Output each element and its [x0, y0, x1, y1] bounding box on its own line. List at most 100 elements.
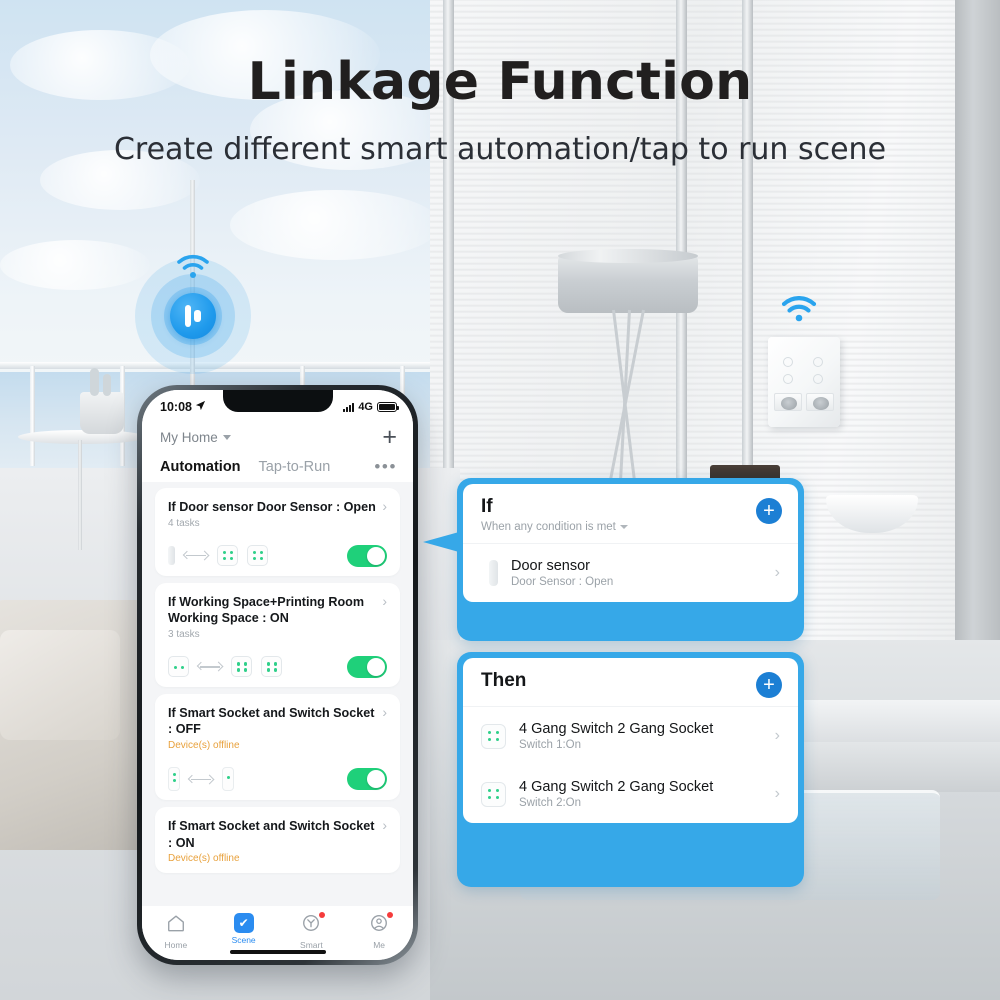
gang-switch-icon — [231, 656, 252, 678]
wall-switch-panel[interactable] — [768, 337, 840, 427]
chevron-right-icon[interactable]: › — [382, 593, 387, 609]
gang-switch-icon — [261, 656, 282, 678]
chevron-down-icon — [222, 434, 231, 440]
tab-me[interactable]: Me — [345, 912, 413, 950]
gang-switch-icon — [481, 723, 506, 749]
cactus — [90, 368, 99, 396]
condition-subtitle: Door Sensor : Open — [511, 576, 614, 588]
tab-smart[interactable]: Smart — [278, 912, 346, 950]
tab-tap-to-run[interactable]: Tap-to-Run — [259, 459, 331, 475]
sofa-cushion — [0, 630, 120, 740]
arrow-right-icon — [182, 550, 208, 561]
gang-switch-icon — [217, 545, 238, 567]
automation-device-row — [168, 544, 387, 567]
automation-card[interactable]: If Door sensor Door Sensor : Open › 4 ta… — [155, 488, 400, 576]
tab-scene[interactable]: ✔ Scene — [210, 913, 278, 945]
floor-lamp — [558, 249, 698, 313]
door-sensor-icon — [168, 546, 175, 566]
power-socket-2[interactable] — [806, 393, 834, 411]
automation-card[interactable]: If Smart Socket and Switch Socket : ON ›… — [155, 807, 400, 874]
plug-icon — [813, 397, 829, 410]
add-action-button[interactable]: + — [756, 672, 782, 698]
automation-title: If Door sensor Door Sensor : Open — [168, 500, 376, 514]
automation-card[interactable]: If Working Space+Printing Room Working S… — [155, 582, 400, 687]
signal-bars-icon — [342, 402, 355, 412]
automation-toggle[interactable] — [347, 768, 387, 791]
app-tabs: Automation Tap-to-Run ••• — [160, 452, 397, 482]
gang-switch-icon — [481, 781, 506, 807]
if-callout-card: If When any condition is met + Door sens… — [423, 478, 804, 641]
chevron-right-icon[interactable]: › — [382, 704, 387, 720]
cloud — [0, 240, 150, 290]
door-sensor-beacon-icon — [135, 254, 251, 374]
status-bar-time: 10:08 — [160, 400, 192, 414]
location-arrow-icon — [195, 400, 206, 414]
profile-icon — [369, 912, 394, 933]
switch-button-4[interactable] — [813, 374, 823, 384]
chevron-right-icon[interactable]: › — [775, 727, 780, 745]
cloud — [230, 190, 440, 260]
wifi-icon — [176, 254, 210, 285]
power-socket-1[interactable] — [774, 393, 802, 411]
cactus — [103, 374, 111, 396]
rail-post — [30, 366, 35, 466]
wifi-icon — [781, 296, 817, 329]
add-condition-button[interactable]: + — [756, 498, 782, 524]
automation-subtitle: Device(s) offline — [168, 853, 240, 865]
action-title: 4 Gang Switch 2 Gang Socket — [519, 779, 714, 795]
then-callout-card: Then + 4 Gang Switch 2 Gang Socket Switc… — [457, 652, 804, 887]
door-sensor-icon — [489, 560, 498, 586]
socket-icon — [222, 767, 234, 792]
chevron-right-icon[interactable]: › — [382, 498, 387, 514]
home-icon — [166, 913, 186, 933]
side-table-leg — [78, 440, 82, 550]
tab-label: Me — [373, 940, 386, 950]
if-condition-label: When any condition is met — [481, 521, 616, 533]
switch-button-1[interactable] — [783, 357, 793, 367]
app-header: My Home + Automation Tap-to-Run ••• — [142, 418, 413, 482]
scene-check-icon: ✔ — [233, 913, 254, 933]
add-automation-button[interactable]: + — [382, 424, 397, 450]
if-card-title: If — [481, 496, 493, 517]
callout-pointer — [423, 532, 459, 552]
socket-icon — [168, 767, 180, 792]
automation-subtitle: 4 tasks — [168, 517, 200, 529]
automation-toggle[interactable] — [347, 655, 387, 678]
phone-screen: 10:08 4G My Home + Automation Tap-to-Run… — [142, 390, 413, 960]
condition-title: Door sensor — [511, 558, 590, 574]
home-selector[interactable]: My Home — [160, 430, 231, 445]
automation-device-row — [168, 655, 387, 678]
automation-toggle[interactable] — [347, 544, 387, 567]
action-subtitle: Switch 2:On — [519, 797, 581, 809]
action-subtitle: Switch 1:On — [519, 739, 581, 751]
then-card-title: Then — [481, 670, 527, 691]
home-indicator — [229, 950, 326, 954]
chevron-right-icon[interactable]: › — [382, 817, 387, 833]
if-condition-selector[interactable]: When any condition is met — [481, 521, 780, 533]
tab-automation[interactable]: Automation — [160, 459, 241, 475]
if-condition-row[interactable]: Door sensor Door Sensor : Open › — [463, 544, 798, 602]
chevron-down-icon — [619, 525, 628, 529]
plug-icon — [781, 397, 797, 410]
bottom-tab-bar: Home ✔ Scene Smart Me — [142, 906, 413, 960]
gang-switch-icon — [247, 545, 268, 567]
automation-title: If Working Space+Printing Room Working S… — [168, 594, 365, 626]
ellipsis-icon[interactable]: ••• — [374, 458, 397, 475]
chevron-right-icon[interactable]: › — [775, 564, 780, 582]
page-title: Linkage Function — [247, 52, 753, 112]
two-dot-switch-icon — [168, 656, 189, 678]
if-card-header: If When any condition is met + — [463, 484, 798, 544]
side-table — [18, 430, 146, 444]
then-action-row[interactable]: 4 Gang Switch 2 Gang Socket Switch 2:On … — [463, 765, 798, 823]
tab-home[interactable]: Home — [142, 913, 210, 950]
switch-button-3[interactable] — [783, 374, 793, 384]
chevron-right-icon[interactable]: › — [775, 785, 780, 803]
automation-card[interactable]: If Smart Socket and Switch Socket : OFF … — [155, 693, 400, 801]
tab-label: Scene — [231, 935, 256, 945]
switch-button-2[interactable] — [813, 357, 823, 367]
then-action-row[interactable]: 4 Gang Switch 2 Gang Socket Switch 1:On … — [463, 707, 798, 765]
automation-list: If Door sensor Door Sensor : Open › 4 ta… — [142, 482, 413, 874]
automation-subtitle: 3 tasks — [168, 628, 200, 640]
then-card-header: Then + — [463, 658, 798, 707]
notification-badge — [387, 912, 394, 918]
